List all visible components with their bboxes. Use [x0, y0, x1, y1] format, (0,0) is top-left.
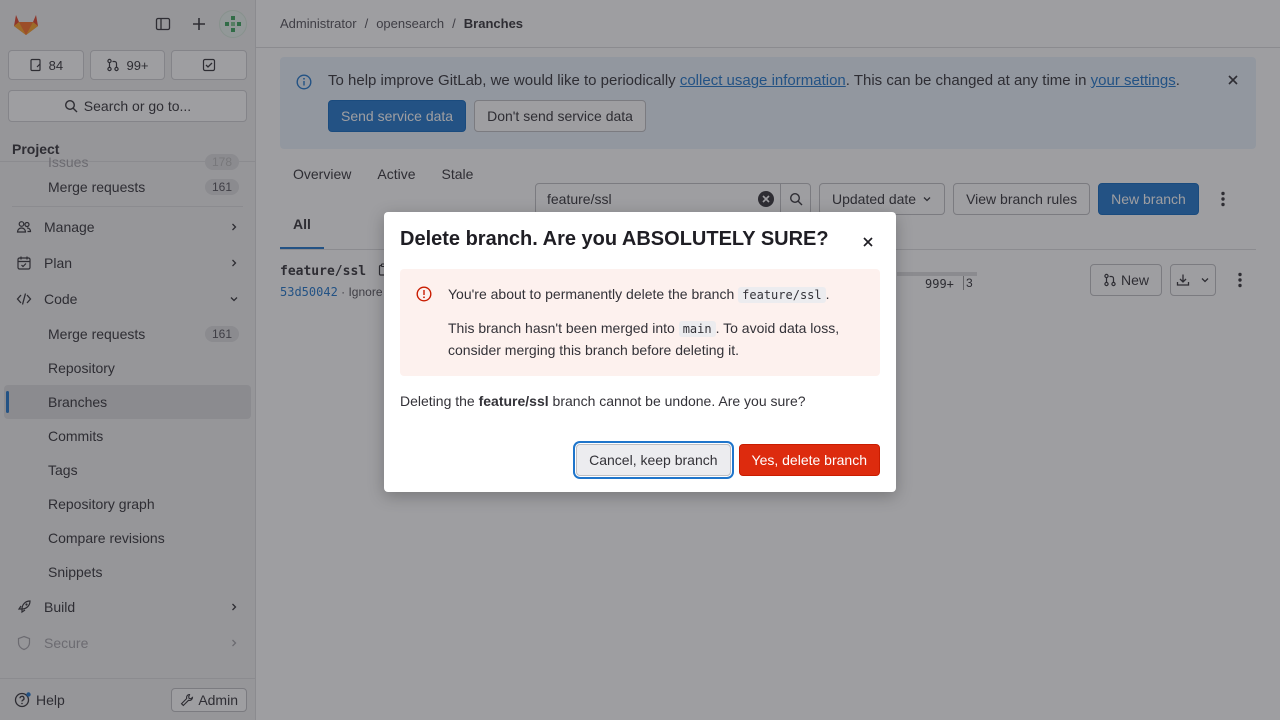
danger-alert: You're about to permanently delete the b…: [400, 269, 880, 376]
body-text: Deleting the: [400, 393, 479, 409]
modal-footer: Cancel, keep branch Yes, delete branch: [576, 444, 880, 476]
alert-text: This branch hasn't been merged into: [448, 320, 679, 336]
body-branch: feature/ssl: [478, 393, 549, 409]
cancel-button[interactable]: Cancel, keep branch: [576, 444, 731, 476]
alert-message-1: You're about to permanently delete the b…: [448, 286, 830, 303]
delete-branch-button[interactable]: Yes, delete branch: [738, 444, 880, 476]
alert-text: You're about to permanently delete the b…: [448, 286, 739, 302]
close-icon[interactable]: [856, 230, 880, 254]
delete-branch-modal: Delete branch. Are you ABSOLUTELY SURE? …: [384, 212, 896, 492]
alert-message-2: This branch hasn't been merged into main…: [448, 318, 868, 361]
alert-target-code: main: [678, 321, 716, 337]
error-icon: [416, 286, 432, 305]
modal-body: Deleting the feature/ssl branch cannot b…: [400, 393, 806, 409]
alert-branch-code: feature/ssl: [738, 287, 826, 303]
alert-text: .: [825, 286, 830, 302]
modal-title: Delete branch. Are you ABSOLUTELY SURE?: [400, 228, 829, 250]
body-text: branch cannot be undone. Are you sure?: [548, 393, 806, 409]
